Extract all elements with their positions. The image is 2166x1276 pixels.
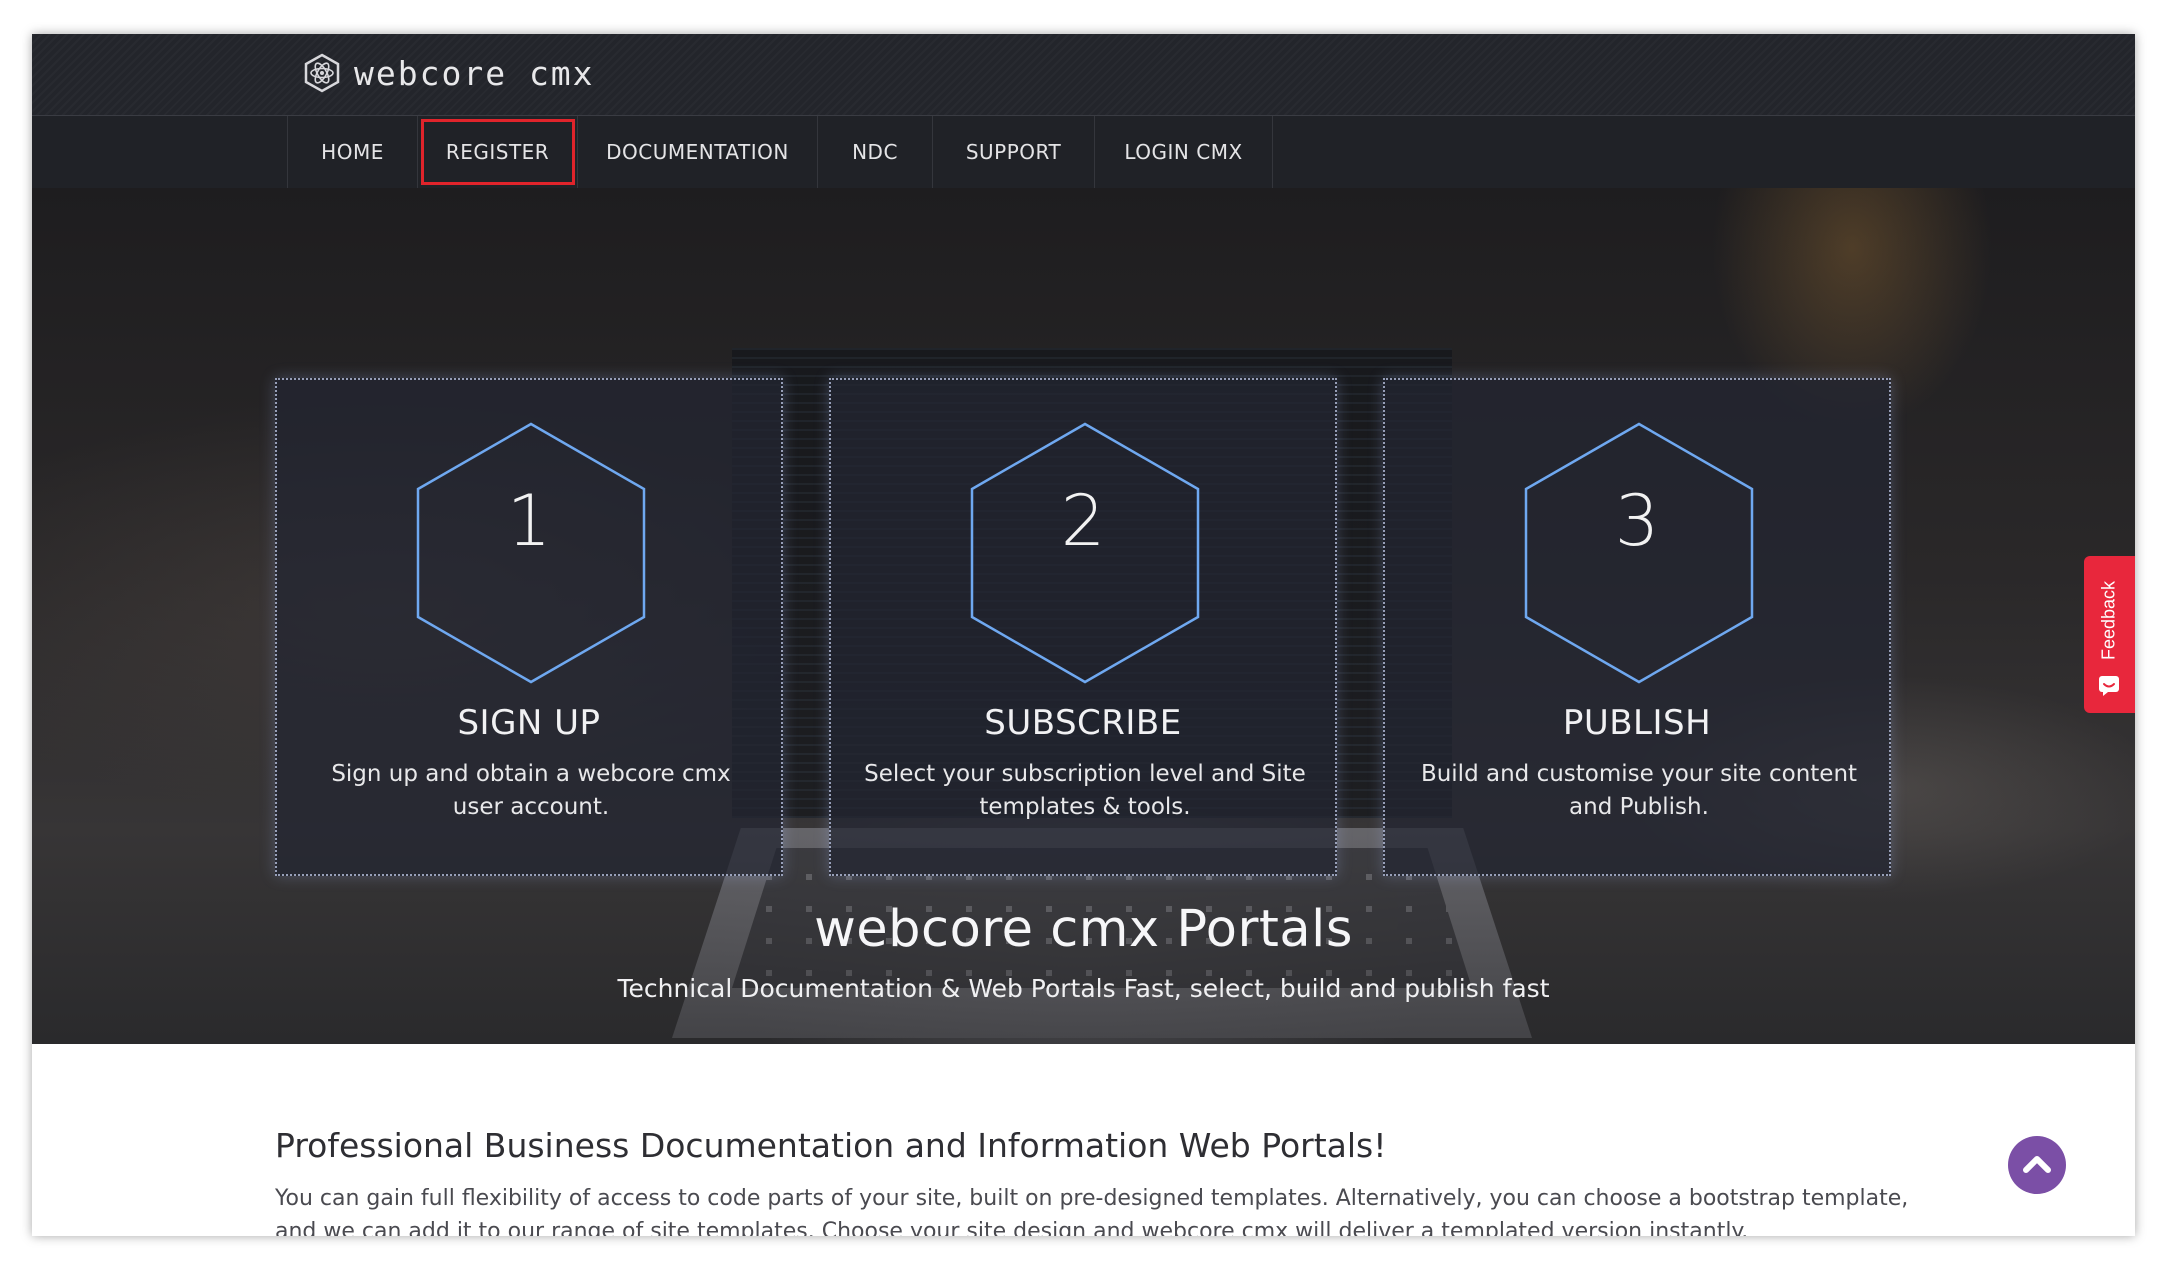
feedback-label: Feedback bbox=[2098, 580, 2119, 661]
feedback-tab[interactable]: Feedback bbox=[2084, 556, 2135, 713]
nav-ndc[interactable]: NDC bbox=[818, 116, 933, 188]
content-heading: Professional Business Documentation and … bbox=[275, 1126, 1387, 1165]
step-card-subscribe[interactable]: 2 SUBSCRIBE Select your subscription lev… bbox=[829, 378, 1337, 876]
card-description: Select your subscription level and Site … bbox=[864, 761, 1306, 820]
site-logo[interactable]: webcore cmx bbox=[302, 51, 595, 95]
site-header: webcore cmx bbox=[32, 34, 2135, 116]
nav-documentation[interactable]: DOCUMENTATION bbox=[578, 116, 818, 188]
brand-name: webcore cmx bbox=[354, 53, 595, 93]
card-title: SIGN UP bbox=[457, 703, 601, 743]
card-title: PUBLISH bbox=[1562, 703, 1712, 743]
nav-home[interactable]: HOME bbox=[288, 116, 418, 188]
card-description: Sign up and obtain a webcore cmx user ac… bbox=[331, 761, 731, 820]
card-description: Build and customise your site content an… bbox=[1420, 761, 1858, 820]
atom-hexagon-icon bbox=[304, 53, 340, 93]
step-number: 2 bbox=[1060, 480, 1106, 562]
card-title: SUBSCRIBE bbox=[984, 703, 1182, 743]
step-number: 1 bbox=[506, 480, 552, 562]
content-paragraph: You can gain full flexibility of access … bbox=[275, 1186, 1909, 1236]
step-card-publish[interactable]: 3 PUBLISH Build and customise your site … bbox=[1383, 378, 1891, 876]
main-nav: HOME REGISTER DOCUMENTATION NDC SUPPORT … bbox=[287, 116, 1273, 188]
browser-page: webcore cmx HOME REGISTER DOCUMENTATION … bbox=[32, 34, 2135, 1236]
nav-login-cmx[interactable]: LOGIN CMX bbox=[1095, 116, 1273, 188]
step-card-sign-up[interactable]: 1 SIGN UP Sign up and obtain a webcore c… bbox=[275, 378, 783, 876]
hero-title: webcore cmx Portals bbox=[814, 900, 1353, 959]
nav-register[interactable]: REGISTER bbox=[418, 116, 578, 188]
hero-section: 1 SIGN UP Sign up and obtain a webcore c… bbox=[32, 188, 2135, 1044]
smiley-chat-icon bbox=[2099, 676, 2119, 696]
step-number: 3 bbox=[1614, 480, 1660, 562]
chevron-up-icon bbox=[2023, 1156, 2051, 1173]
main-nav-bar: HOME REGISTER DOCUMENTATION NDC SUPPORT … bbox=[32, 116, 2135, 188]
scroll-to-top-button[interactable] bbox=[2008, 1136, 2066, 1194]
hero-subtitle: Technical Documentation & Web Portals Fa… bbox=[617, 974, 1550, 1003]
nav-support[interactable]: SUPPORT bbox=[933, 116, 1095, 188]
